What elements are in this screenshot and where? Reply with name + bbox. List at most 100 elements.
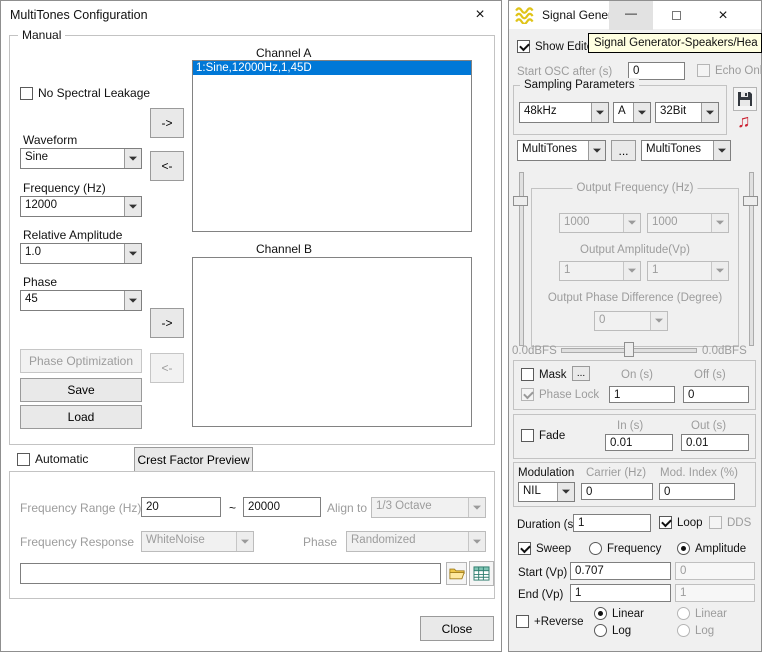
wave-type-select[interactable]: MultiTones <box>517 140 606 161</box>
channel-b-list[interactable] <box>192 257 472 427</box>
align-to-label: Align to <box>327 501 367 515</box>
dds-checkbox: DDS <box>709 516 751 529</box>
list-item-selected[interactable]: 1:Sine,12000Hz,1,45D <box>193 61 471 75</box>
wave-config-button[interactable]: ... <box>611 140 636 161</box>
sampling-parameters-label: Sampling Parameters <box>520 78 639 92</box>
fade-out-input[interactable] <box>681 434 749 451</box>
chevron-down-icon[interactable] <box>701 103 718 122</box>
carrier-input[interactable] <box>581 483 653 500</box>
fade-checkbox[interactable]: Fade <box>521 429 565 442</box>
checkbox-box <box>517 40 530 53</box>
sweep-checkbox[interactable]: Sweep <box>518 542 571 555</box>
right-channel-level-slider[interactable] <box>742 170 760 348</box>
remove-from-channel-a-button[interactable]: <- <box>150 151 184 181</box>
phase-lock-checkbox: Phase Lock <box>521 388 599 401</box>
phase-label: Phase <box>23 275 57 289</box>
load-button[interactable]: Load <box>20 405 142 429</box>
linear-radio[interactable]: Linear <box>594 607 644 620</box>
sweep-end-right-input <box>675 584 755 602</box>
modulation-select[interactable]: NIL <box>518 482 575 502</box>
save-settings-button[interactable] <box>733 87 757 111</box>
frequency-range-min-input[interactable] <box>141 497 221 517</box>
sample-rate-select[interactable]: 48kHz <box>519 102 609 123</box>
sampling-parameters-group: Sampling Parameters 48kHz A 32Bit <box>513 85 727 135</box>
amplitude-radio[interactable]: Amplitude <box>677 542 746 555</box>
sweep-start-input[interactable] <box>570 562 671 580</box>
mask-off-input[interactable] <box>683 386 749 403</box>
log-radio[interactable]: Log <box>594 624 631 637</box>
sweep-end-input[interactable] <box>570 584 671 602</box>
chevron-down-icon[interactable] <box>588 141 605 160</box>
show-editor-checkbox[interactable]: Show Editor <box>517 40 597 53</box>
mask-off-label: Off (s) <box>694 368 726 382</box>
balance-slider[interactable] <box>559 341 699 359</box>
slider-thumb[interactable] <box>624 342 634 357</box>
frequency-range-max-input[interactable] <box>243 497 321 517</box>
frequency-select[interactable]: 12000 <box>20 196 142 217</box>
wave-type-b-select[interactable]: MultiTones <box>641 140 731 161</box>
combo-value: Sine <box>21 149 124 168</box>
modulation-label: Modulation <box>518 466 574 480</box>
checkbox-label: +Reverse <box>534 616 584 628</box>
combo-value: 1000 <box>560 214 623 232</box>
channel-a-list[interactable]: 1:Sine,12000Hz,1,45D <box>192 60 472 232</box>
chevron-down-icon[interactable] <box>591 103 608 122</box>
combo-value: A <box>614 103 633 122</box>
reverse-checkbox[interactable]: +Reverse <box>516 615 584 628</box>
combo-value: 1 <box>648 262 711 280</box>
radio-label: Frequency <box>607 543 661 555</box>
crest-factor-preview-button[interactable]: Crest Factor Preview <box>134 447 253 472</box>
close-icon[interactable]: × <box>463 1 497 29</box>
phase-select[interactable]: 45 <box>20 290 142 311</box>
amplitude-left-select: 1 <box>559 261 641 281</box>
file-path-input[interactable] <box>20 563 441 584</box>
channel-select[interactable]: A <box>613 102 651 123</box>
output-phase-difference-label: Output Phase Difference (Degree) <box>548 291 722 305</box>
frequency-radio[interactable]: Frequency <box>589 542 661 555</box>
data-grid-button[interactable] <box>469 561 494 586</box>
chevron-down-icon[interactable] <box>124 244 141 263</box>
automatic-checkbox[interactable]: Automatic <box>17 452 88 466</box>
mask-browse-button[interactable]: ... <box>572 366 590 381</box>
minimize-button[interactable]: — <box>609 1 653 30</box>
chevron-down-icon[interactable] <box>557 483 574 501</box>
mask-on-input[interactable] <box>609 386 675 403</box>
chevron-down-icon[interactable] <box>713 141 730 160</box>
align-to-select: 1/3 Octave <box>371 497 486 518</box>
chevron-down-icon[interactable] <box>124 197 141 216</box>
music-note-icon: ♫ <box>737 112 751 130</box>
mod-index-label: Mod. Index (%) <box>660 466 738 480</box>
combo-value: 1 <box>560 262 623 280</box>
chevron-down-icon[interactable] <box>124 291 141 310</box>
mask-checkbox[interactable]: Mask <box>521 368 566 381</box>
slider-thumb[interactable] <box>743 196 758 206</box>
bit-depth-select[interactable]: 32Bit <box>655 102 719 123</box>
multitones-title-bar[interactable]: MultiTones Configuration × <box>1 1 501 29</box>
fade-in-input[interactable] <box>605 434 673 451</box>
no-spectral-leakage-checkbox[interactable]: No Spectral Leakage <box>20 86 150 100</box>
slider-thumb[interactable] <box>513 196 528 206</box>
waveform-select[interactable]: Sine <box>20 148 142 169</box>
maximize-button[interactable] <box>653 1 699 30</box>
signal-generator-title-bar[interactable]: Signal Gener... — × <box>509 1 761 29</box>
save-button[interactable]: Save <box>20 378 142 402</box>
left-channel-level-slider[interactable] <box>512 170 530 348</box>
signal-generator-window: Signal Gener... — × Show Editor Start OS… <box>508 0 762 652</box>
radio-label: Linear <box>695 608 727 620</box>
add-to-channel-b-button[interactable]: -> <box>150 308 184 338</box>
mod-index-input[interactable] <box>659 483 735 500</box>
open-file-button[interactable] <box>446 562 467 585</box>
chevron-down-icon[interactable] <box>633 103 650 122</box>
close-button[interactable]: × <box>699 1 747 30</box>
loop-checkbox[interactable]: Loop <box>659 516 703 529</box>
combo-value: MultiTones <box>642 141 713 160</box>
duration-input[interactable] <box>573 514 651 532</box>
relative-amplitude-select[interactable]: 1.0 <box>20 243 142 264</box>
close-dialog-button[interactable]: Close <box>420 616 494 641</box>
chevron-down-icon <box>468 532 485 551</box>
add-to-channel-a-button[interactable]: -> <box>150 108 184 138</box>
manual-group-label: Manual <box>18 28 65 42</box>
phase-optimization-button: Phase Optimization <box>20 349 142 373</box>
checkbox-box <box>516 615 529 628</box>
chevron-down-icon[interactable] <box>124 149 141 168</box>
